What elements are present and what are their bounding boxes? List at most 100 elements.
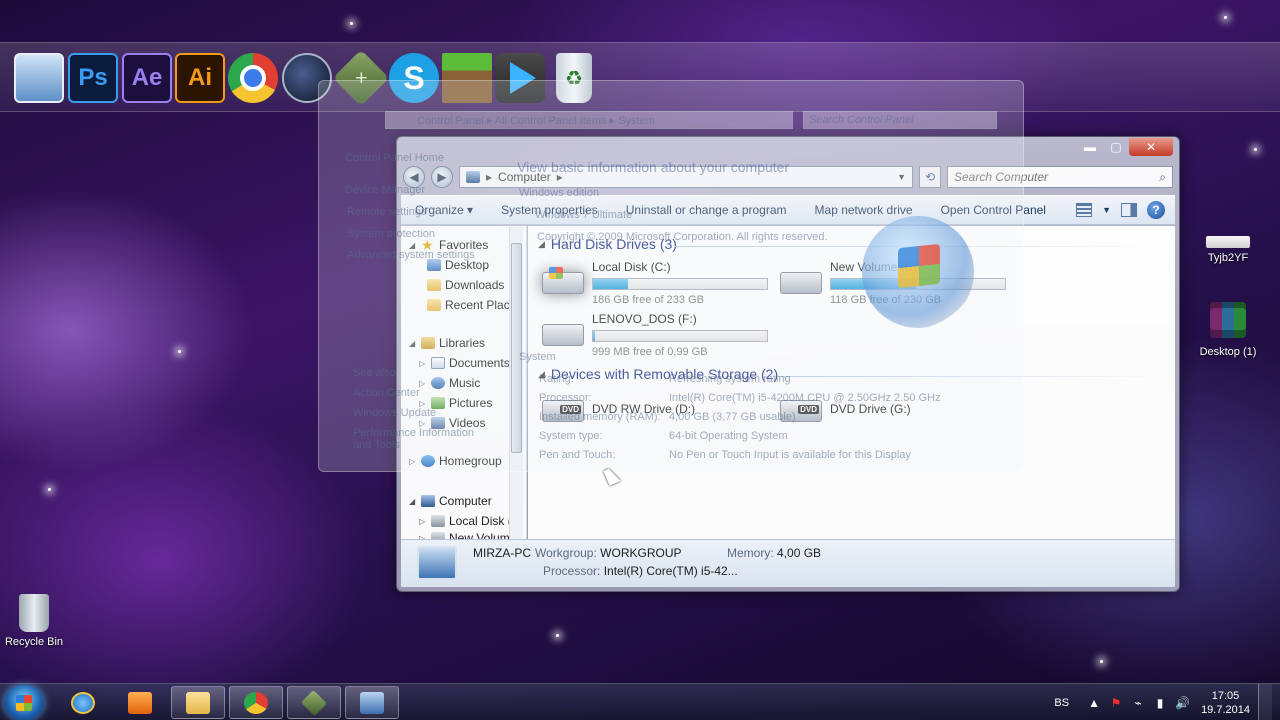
back-button[interactable]: ◀ <box>403 166 425 188</box>
memory: Memory: 4,00 GB <box>727 546 821 560</box>
collapse-icon[interactable]: ◢ <box>538 239 545 250</box>
recycle-bin-dock-icon[interactable]: ♻ <box>556 53 592 103</box>
volume-icon[interactable]: 🔊 <box>1175 696 1190 710</box>
power-plug-icon[interactable]: ⌁ <box>1131 696 1145 710</box>
nav-desktop[interactable]: Desktop <box>427 256 489 274</box>
breadcrumb-computer[interactable]: Computer <box>498 170 551 184</box>
toolbar-right: ▼ ? <box>1076 201 1175 219</box>
photoshop-icon[interactable]: Ps <box>68 53 118 103</box>
pictures-icon <box>431 397 445 409</box>
minimize-button[interactable]: ▬ <box>1077 138 1103 156</box>
nav-computer[interactable]: ◢ Computer <box>409 492 492 510</box>
expand-icon[interactable]: ▷ <box>419 379 427 388</box>
nav-homegroup[interactable]: ▷ Homegroup <box>409 452 502 470</box>
camtasia-icon[interactable]: ✕ <box>332 49 390 107</box>
collapse-icon[interactable]: ◢ <box>538 369 545 380</box>
nav-documents[interactable]: ▷ Documents <box>419 354 510 372</box>
nav-local-disk[interactable]: ▷ Local Disk (C <box>419 512 520 530</box>
start-button[interactable] <box>4 685 44 720</box>
illustrator-icon[interactable]: Ai <box>175 53 225 103</box>
nav-videos[interactable]: ▷ Videos <box>419 414 485 432</box>
language-indicator[interactable]: BS <box>1054 697 1069 709</box>
minecraft-icon[interactable] <box>442 53 492 103</box>
taskbar-media-player[interactable] <box>113 686 167 719</box>
refresh-icon[interactable]: ⟲ <box>919 166 941 188</box>
close-button[interactable]: ✕ <box>1129 138 1173 156</box>
expand-icon[interactable]: ◢ <box>409 497 417 506</box>
taskbar-explorer[interactable] <box>171 686 225 719</box>
computer-icon[interactable] <box>14 53 64 103</box>
chevron-down-icon[interactable]: ▼ <box>897 172 906 182</box>
nav-downloads[interactable]: Downloads <box>427 276 504 294</box>
taskbar-camtasia[interactable] <box>287 686 341 719</box>
preview-pane-icon[interactable] <box>1121 203 1137 217</box>
chrome-icon[interactable] <box>228 53 278 103</box>
after-effects-icon[interactable]: Ae <box>122 53 172 103</box>
expand-icon[interactable]: ◢ <box>409 339 417 348</box>
nav-new-volume[interactable]: ▷ New Volum <box>419 529 510 539</box>
nav-scrollbar[interactable] <box>509 227 523 539</box>
drive-dvd-rw-d[interactable]: DVD RW Drive (D:) <box>542 386 782 436</box>
network-icon[interactable]: ▮ <box>1153 696 1167 710</box>
pc-name: MIRZA-PC <box>473 546 531 560</box>
change-view-icon[interactable] <box>1076 203 1093 217</box>
desktop-icon-recycle-bin[interactable]: Recycle Bin <box>0 594 74 648</box>
drive-name: Local Disk (C:) <box>592 260 671 274</box>
drive-lenovo-dos-f[interactable]: LENOVO_DOS (F:) 999 MB free of 0,99 GB <box>542 310 782 360</box>
star <box>178 350 181 353</box>
group-header-removable[interactable]: ◢ Devices with Removable Storage (2) <box>538 366 778 382</box>
nav-recent-places[interactable]: Recent Place <box>427 296 516 314</box>
drive-free-space: 999 MB free of 0,99 GB <box>592 346 708 358</box>
cinema4d-icon[interactable] <box>282 53 332 103</box>
expand-icon[interactable]: ▷ <box>419 517 427 526</box>
system-properties-button[interactable]: System properties <box>487 203 612 217</box>
music-icon <box>431 377 445 389</box>
expand-icon[interactable]: ▷ <box>419 419 427 428</box>
folder-icon <box>186 691 210 714</box>
memory-label: Memory: <box>727 546 774 560</box>
action-center-flag-icon[interactable]: ⚑ <box>1109 696 1123 710</box>
nav-pictures[interactable]: ▷ Pictures <box>419 394 492 412</box>
search-box[interactable]: ⌕ <box>947 166 1173 188</box>
scroll-thumb[interactable] <box>511 243 522 453</box>
search-icon[interactable]: ⌕ <box>1159 170 1166 185</box>
map-network-drive-button[interactable]: Map network drive <box>801 203 927 217</box>
group-divider <box>778 376 1165 377</box>
nav-favorites[interactable]: ◢ ★ Favorites <box>409 236 488 254</box>
desktop-icon-label: Tyjb2YF <box>1207 252 1249 264</box>
group-header-hard-disks[interactable]: ◢ Hard Disk Drives (3) <box>538 236 677 252</box>
desktop-icon-rar[interactable]: Desktop (1) <box>1188 302 1268 358</box>
nav-label: Recent Place <box>445 298 517 312</box>
taskbar-chrome[interactable] <box>229 686 283 719</box>
open-control-panel-button[interactable]: Open Control Panel <box>927 203 1060 217</box>
clock[interactable]: 17:05 19.7.2014 <box>1201 689 1250 717</box>
search-input[interactable] <box>954 170 1160 184</box>
skype-icon[interactable]: S <box>389 53 439 103</box>
taskbar-internet-explorer[interactable] <box>56 686 110 719</box>
media-player-icon[interactable] <box>495 53 545 103</box>
nav-music[interactable]: ▷ Music <box>419 374 480 392</box>
winrar-archive-icon <box>1210 302 1246 338</box>
disk-icon <box>431 515 445 527</box>
show-desktop-button[interactable] <box>1258 684 1272 720</box>
address-bar[interactable]: ▸ Computer ▸ ▼ <box>459 166 913 188</box>
show-hidden-icons-icon[interactable]: ▲ <box>1087 696 1101 710</box>
drive-local-disk-c[interactable]: Local Disk (C:) 186 GB free of 233 GB <box>542 258 782 308</box>
nav-libraries[interactable]: ◢ Libraries <box>409 334 485 352</box>
details-pane: MIRZA-PC Workgroup: WORKGROUP Memory: 4,… <box>401 539 1175 587</box>
maximize-button[interactable]: ▢ <box>1103 138 1129 156</box>
forward-button[interactable]: ▶ <box>431 166 453 188</box>
dvd-drive-icon <box>780 400 822 422</box>
drive-name: DVD RW Drive (D:) <box>592 402 696 416</box>
organize-button[interactable]: Organize ▾ <box>401 203 487 217</box>
expand-icon[interactable]: ▷ <box>419 359 427 368</box>
desktop-icon-usb[interactable]: Tyjb2YF <box>1188 236 1268 264</box>
uninstall-program-button[interactable]: Uninstall or change a program <box>612 203 801 217</box>
help-icon[interactable]: ? <box>1147 201 1165 219</box>
expand-icon[interactable]: ▷ <box>419 399 427 408</box>
expand-icon[interactable]: ◢ <box>409 241 417 250</box>
taskbar-control-panel[interactable] <box>345 686 399 719</box>
expand-icon[interactable]: ▷ <box>409 457 417 466</box>
chevron-down-icon[interactable]: ▼ <box>1102 205 1111 215</box>
drive-dvd-g[interactable]: DVD Drive (G:) <box>780 386 1020 436</box>
